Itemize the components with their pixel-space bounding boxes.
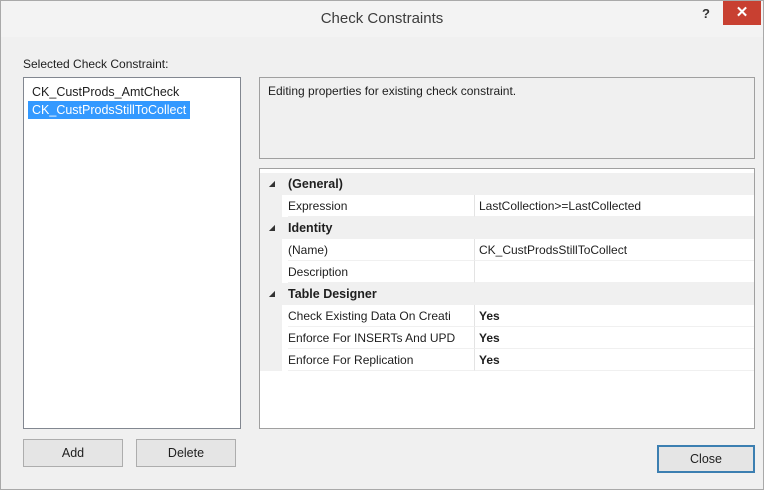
category-table-designer[interactable]: ◢ Table Designer	[260, 283, 754, 305]
property-row-check-existing[interactable]: Check Existing Data On Creati Yes	[260, 305, 754, 327]
property-row-description[interactable]: Description	[260, 261, 754, 283]
property-name: (Name)	[288, 239, 474, 261]
property-value[interactable]	[474, 261, 754, 283]
check-constraints-dialog: Check Constraints ? ✕ Selected Check Con…	[0, 0, 764, 490]
expand-caret-icon[interactable]: ◢	[266, 173, 278, 195]
description-text: Editing properties for existing check co…	[268, 84, 517, 98]
property-name: Description	[288, 261, 474, 283]
expand-caret-icon[interactable]: ◢	[266, 217, 278, 239]
property-row-enforce-inserts[interactable]: Enforce For INSERTs And UPD Yes	[260, 327, 754, 349]
property-name: Enforce For INSERTs And UPD	[288, 327, 474, 349]
add-button[interactable]: Add	[23, 439, 123, 467]
property-row-expression[interactable]: Expression LastCollection>=LastCollected	[260, 195, 754, 217]
constraint-list[interactable]: CK_CustProds_AmtCheck CK_CustProdsStillT…	[23, 77, 241, 429]
list-item-selected[interactable]: CK_CustProdsStillToCollect	[28, 101, 191, 119]
property-name: Expression	[288, 195, 474, 217]
property-name: Enforce For Replication	[288, 349, 474, 371]
window-close-icon[interactable]: ✕	[723, 1, 761, 25]
property-row-name[interactable]: (Name) CK_CustProdsStillToCollect	[260, 239, 754, 261]
property-name: Check Existing Data On Creati	[288, 305, 474, 327]
list-item[interactable]: CK_CustProds_AmtCheck	[28, 83, 183, 101]
category-label: Identity	[288, 221, 333, 235]
selected-constraint-label: Selected Check Constraint:	[23, 57, 169, 71]
property-value[interactable]: CK_CustProdsStillToCollect	[474, 239, 754, 261]
window-title: Check Constraints	[320, 10, 444, 27]
category-label: Table Designer	[288, 287, 377, 301]
category-label: (General)	[288, 177, 343, 191]
property-value[interactable]: Yes	[474, 327, 754, 349]
category-identity[interactable]: ◢ Identity	[260, 217, 754, 239]
property-value[interactable]: LastCollection>=LastCollected	[474, 195, 754, 217]
category-general[interactable]: ◢ (General)	[260, 173, 754, 195]
close-button[interactable]: Close	[657, 445, 755, 473]
expand-caret-icon[interactable]: ◢	[266, 283, 278, 305]
property-row-enforce-replication[interactable]: Enforce For Replication Yes	[260, 349, 754, 371]
description-panel: Editing properties for existing check co…	[259, 77, 755, 159]
property-grid[interactable]: ◢ (General) Expression LastCollection>=L…	[259, 168, 755, 429]
delete-button[interactable]: Delete	[136, 439, 236, 467]
property-value[interactable]: Yes	[474, 305, 754, 327]
property-value[interactable]: Yes	[474, 349, 754, 371]
title-bar: Check Constraints ? ✕	[1, 1, 763, 37]
help-icon[interactable]: ?	[693, 3, 719, 25]
